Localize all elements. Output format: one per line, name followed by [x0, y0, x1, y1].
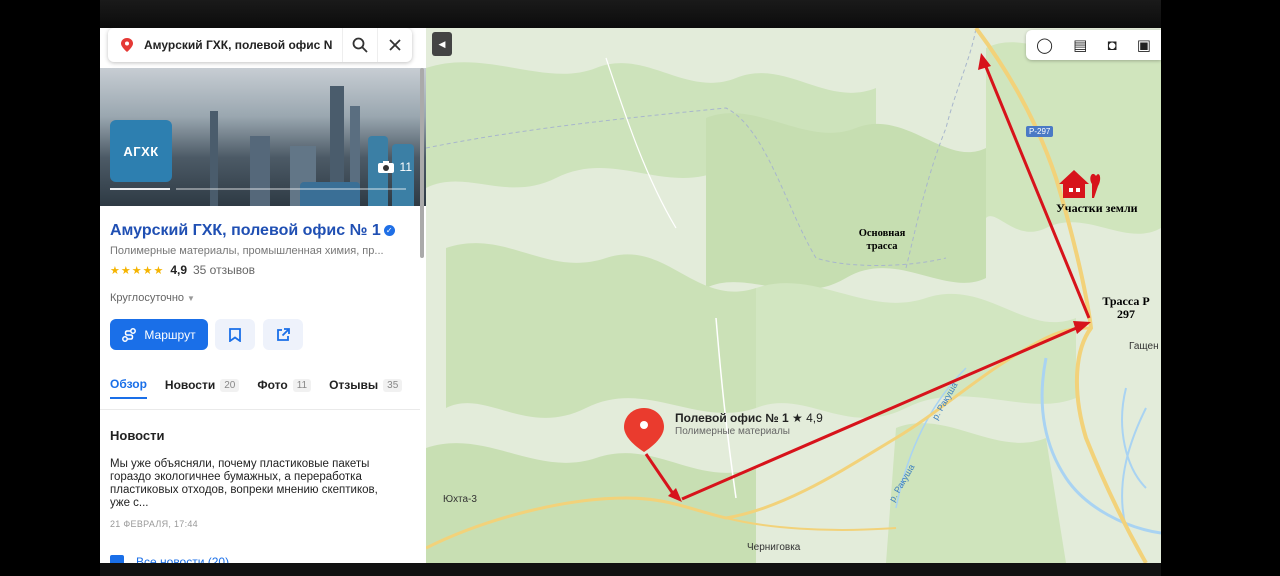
tab-label: Фото: [257, 378, 288, 392]
camera-icon[interactable]: ◘: [1107, 37, 1116, 54]
route-icon: [122, 327, 137, 342]
photo-structure: [210, 111, 218, 206]
tab-count: 11: [292, 378, 312, 392]
place-photo[interactable]: АГХК 11: [100, 68, 426, 206]
news-text[interactable]: Мы уже объясняли, почему пластиковые пак…: [110, 458, 400, 510]
divider: [100, 409, 420, 410]
highway-label: Трасса Р 297: [1102, 294, 1150, 321]
hours-text: Круглосуточно: [110, 292, 185, 304]
road-badge: Р-297: [1026, 126, 1054, 137]
share-button[interactable]: [263, 319, 303, 350]
search-button[interactable]: [342, 28, 377, 62]
logo-text: АГХК: [123, 143, 159, 159]
search-input[interactable]: Амурский ГХК, полевой офис N: [144, 38, 342, 52]
search-icon: [352, 37, 368, 53]
tab-overview[interactable]: Обзор: [110, 377, 147, 399]
village-label: Гащен: [1129, 341, 1159, 352]
tab-bar: Обзор Новости 20 Фото 11 Отзывы 35: [110, 377, 403, 399]
news-heading: Новости: [110, 428, 165, 443]
chevron-left-icon: ◀: [438, 38, 446, 49]
camera-icon: [377, 161, 394, 173]
photo-tank: [300, 182, 360, 206]
office-map-title[interactable]: Полевой офис № 1 ★ 4,9: [675, 411, 823, 425]
reviews-link[interactable]: 35 отзывов: [193, 263, 255, 277]
map-canvas[interactable]: [426, 28, 1161, 563]
close-icon: [389, 39, 401, 51]
route-label: Маршрут: [144, 327, 196, 342]
all-news-label: Все новости (20): [136, 555, 230, 563]
photo-count[interactable]: 11: [377, 160, 412, 174]
close-button[interactable]: [377, 28, 412, 62]
top-strip: [100, 0, 1161, 28]
search-bar[interactable]: Амурский ГХК, полевой офис N: [108, 28, 412, 62]
tab-reviews[interactable]: Отзывы 35: [329, 377, 403, 399]
map-layer-controls: ◯ ▤ ◘ ▣: [1026, 30, 1161, 60]
bottom-strip: [100, 563, 1161, 576]
office-name: Полевой офис № 1: [675, 411, 789, 425]
forest-area: [886, 423, 1066, 563]
chevron-down-icon: ▼: [187, 294, 195, 303]
decorative-border: [140, 0, 1121, 6]
place-category: Полимерные материалы, промышленная химия…: [110, 245, 384, 257]
bus-icon[interactable]: ▣: [1137, 36, 1151, 54]
map-view[interactable]: ◀ ◯ ▤ ◘ ▣ Р-297 Основная трасса Участки …: [426, 28, 1161, 563]
sidebar-scrollbar[interactable]: [420, 68, 424, 258]
place-sidebar: Амурский ГХК, полевой офис N АГХК 11 Аму…: [100, 28, 426, 563]
map-book-icon[interactable]: ▤: [1073, 36, 1087, 54]
photo-progress-track: [176, 188, 406, 190]
tab-news[interactable]: Новости 20: [164, 377, 240, 399]
photo-progress: [110, 188, 170, 190]
tab-photos[interactable]: Фото 11: [257, 377, 312, 399]
layers-icon[interactable]: ◯: [1036, 36, 1053, 54]
photo-tank: [392, 144, 414, 206]
all-news-link[interactable]: Все новости (20): [110, 555, 229, 563]
rating-value: 4,9: [170, 263, 187, 277]
place-name: Амурский ГХК, полевой офис № 1: [110, 222, 381, 239]
company-logo: АГХК: [110, 120, 172, 182]
bookmark-button[interactable]: [215, 319, 255, 350]
news-icon: [110, 555, 124, 563]
collapse-sidebar-button[interactable]: ◀: [432, 32, 452, 56]
office-map-category: Полимерные материалы: [675, 426, 790, 437]
main-route-label: Основная трасса: [858, 228, 906, 252]
photo-structure: [250, 136, 270, 206]
tab-count: 35: [383, 378, 403, 392]
verified-icon: ✓: [383, 225, 395, 237]
news-date: 21 ФЕВРАЛЯ, 17:44: [110, 519, 198, 529]
rating-row[interactable]: ★★★★★ 4,9 35 отзывов: [110, 263, 255, 277]
tab-label: Отзывы: [329, 378, 379, 392]
village-label: Черниговка: [747, 542, 801, 553]
tab-label: Новости: [164, 378, 216, 392]
share-icon: [277, 327, 290, 341]
location-pin-icon: [121, 38, 133, 52]
land-plots-label: Участки земли: [1056, 201, 1138, 215]
opening-hours[interactable]: Круглосуточно ▼: [110, 292, 195, 304]
bookmark-icon: [229, 327, 241, 342]
photo-count-value: 11: [399, 160, 412, 174]
star-rating-icon: ★★★★★: [110, 264, 165, 277]
tab-label: Обзор: [110, 377, 147, 391]
tab-count: 20: [220, 378, 240, 392]
village-label: Юхта-3: [443, 494, 477, 505]
place-title[interactable]: Амурский ГХК, полевой офис № 1 ✓: [110, 222, 395, 240]
route-button[interactable]: Маршрут: [110, 319, 208, 350]
office-rating: ★ 4,9: [792, 411, 823, 425]
